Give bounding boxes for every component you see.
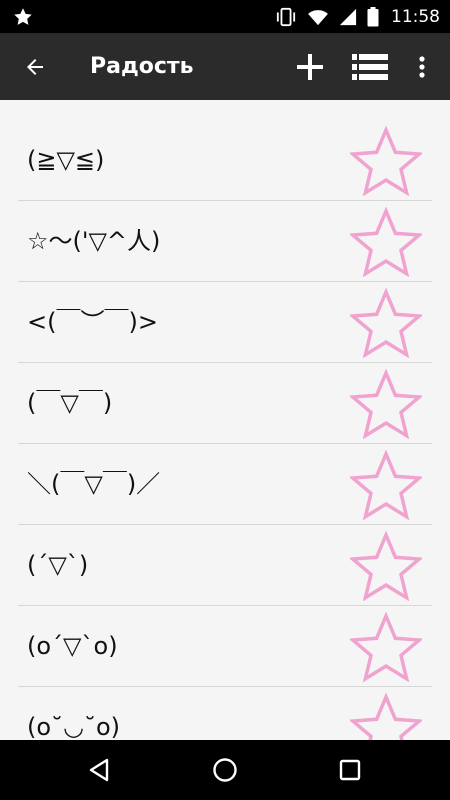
list-item[interactable]: ☆〜('▽^人) bbox=[0, 201, 450, 282]
favorite-star-icon[interactable] bbox=[350, 693, 422, 740]
status-icons: 11:58 bbox=[275, 0, 440, 33]
kaomoji-text: (´▽`) bbox=[27, 551, 89, 579]
favorite-star-icon[interactable] bbox=[350, 450, 422, 520]
list-item[interactable]: (￣▽￣) bbox=[0, 363, 450, 444]
favorite-star-icon[interactable] bbox=[350, 126, 422, 196]
back-triangle-icon bbox=[89, 758, 109, 782]
system-nav-bar bbox=[0, 740, 450, 800]
nav-home-button[interactable] bbox=[195, 740, 255, 800]
battery-icon bbox=[367, 6, 379, 27]
list-item[interactable]: (o´▽`o) bbox=[0, 606, 450, 687]
favorite-star-icon[interactable] bbox=[350, 207, 422, 277]
screen: 11:58 Радость (≧▽≦) ☆〜('▽^人) <(￣︶￣)> (￣▽… bbox=[0, 0, 450, 800]
wifi-icon bbox=[307, 8, 329, 26]
favorite-star-icon[interactable] bbox=[350, 531, 422, 601]
kaomoji-text: <(￣︶￣)> bbox=[27, 308, 158, 336]
list-item[interactable]: <(￣︶￣)> bbox=[0, 282, 450, 363]
page-title: Радость bbox=[90, 54, 194, 79]
list-item[interactable]: (´▽`) bbox=[0, 525, 450, 606]
back-arrow-icon bbox=[27, 59, 43, 75]
more-options-button[interactable] bbox=[408, 50, 436, 84]
status-time: 11:58 bbox=[391, 6, 440, 27]
recents-square-icon bbox=[339, 759, 361, 781]
star-notification-icon bbox=[12, 6, 34, 28]
list-item[interactable]: (o˘◡˘o) bbox=[0, 687, 450, 740]
list-item[interactable]: (≧▽≦) bbox=[0, 120, 450, 201]
list-view-button[interactable] bbox=[348, 50, 392, 84]
signal-icon bbox=[339, 8, 357, 26]
kaomoji-text: (o˘◡˘o) bbox=[27, 713, 121, 740]
kaomoji-list: (≧▽≦) ☆〜('▽^人) <(￣︶￣)> (￣▽￣) ＼(￣▽￣)／ (´▽… bbox=[0, 120, 450, 740]
app-bar: Радость bbox=[0, 33, 450, 100]
kaomoji-text: (≧▽≦) bbox=[27, 146, 105, 174]
kaomoji-text: ＼(￣▽￣)／ bbox=[27, 470, 161, 498]
list-view-icon bbox=[352, 54, 388, 80]
kaomoji-text: ☆〜('▽^人) bbox=[27, 227, 161, 255]
add-button[interactable] bbox=[290, 50, 330, 84]
more-vert-icon bbox=[419, 56, 425, 78]
kaomoji-text: (o´▽`o) bbox=[27, 632, 118, 660]
nav-back-button[interactable] bbox=[69, 740, 129, 800]
favorite-star-icon[interactable] bbox=[350, 369, 422, 439]
kaomoji-text: (￣▽￣) bbox=[27, 389, 113, 417]
favorite-star-icon[interactable] bbox=[350, 612, 422, 682]
home-circle-icon bbox=[213, 758, 237, 782]
favorite-star-icon[interactable] bbox=[350, 288, 422, 358]
back-button[interactable] bbox=[18, 51, 52, 83]
plus-icon bbox=[297, 54, 323, 80]
status-bar: 11:58 bbox=[0, 0, 450, 33]
nav-recents-button[interactable] bbox=[320, 740, 380, 800]
list-item[interactable]: ＼(￣▽￣)／ bbox=[0, 444, 450, 525]
vibrate-icon bbox=[275, 7, 297, 27]
